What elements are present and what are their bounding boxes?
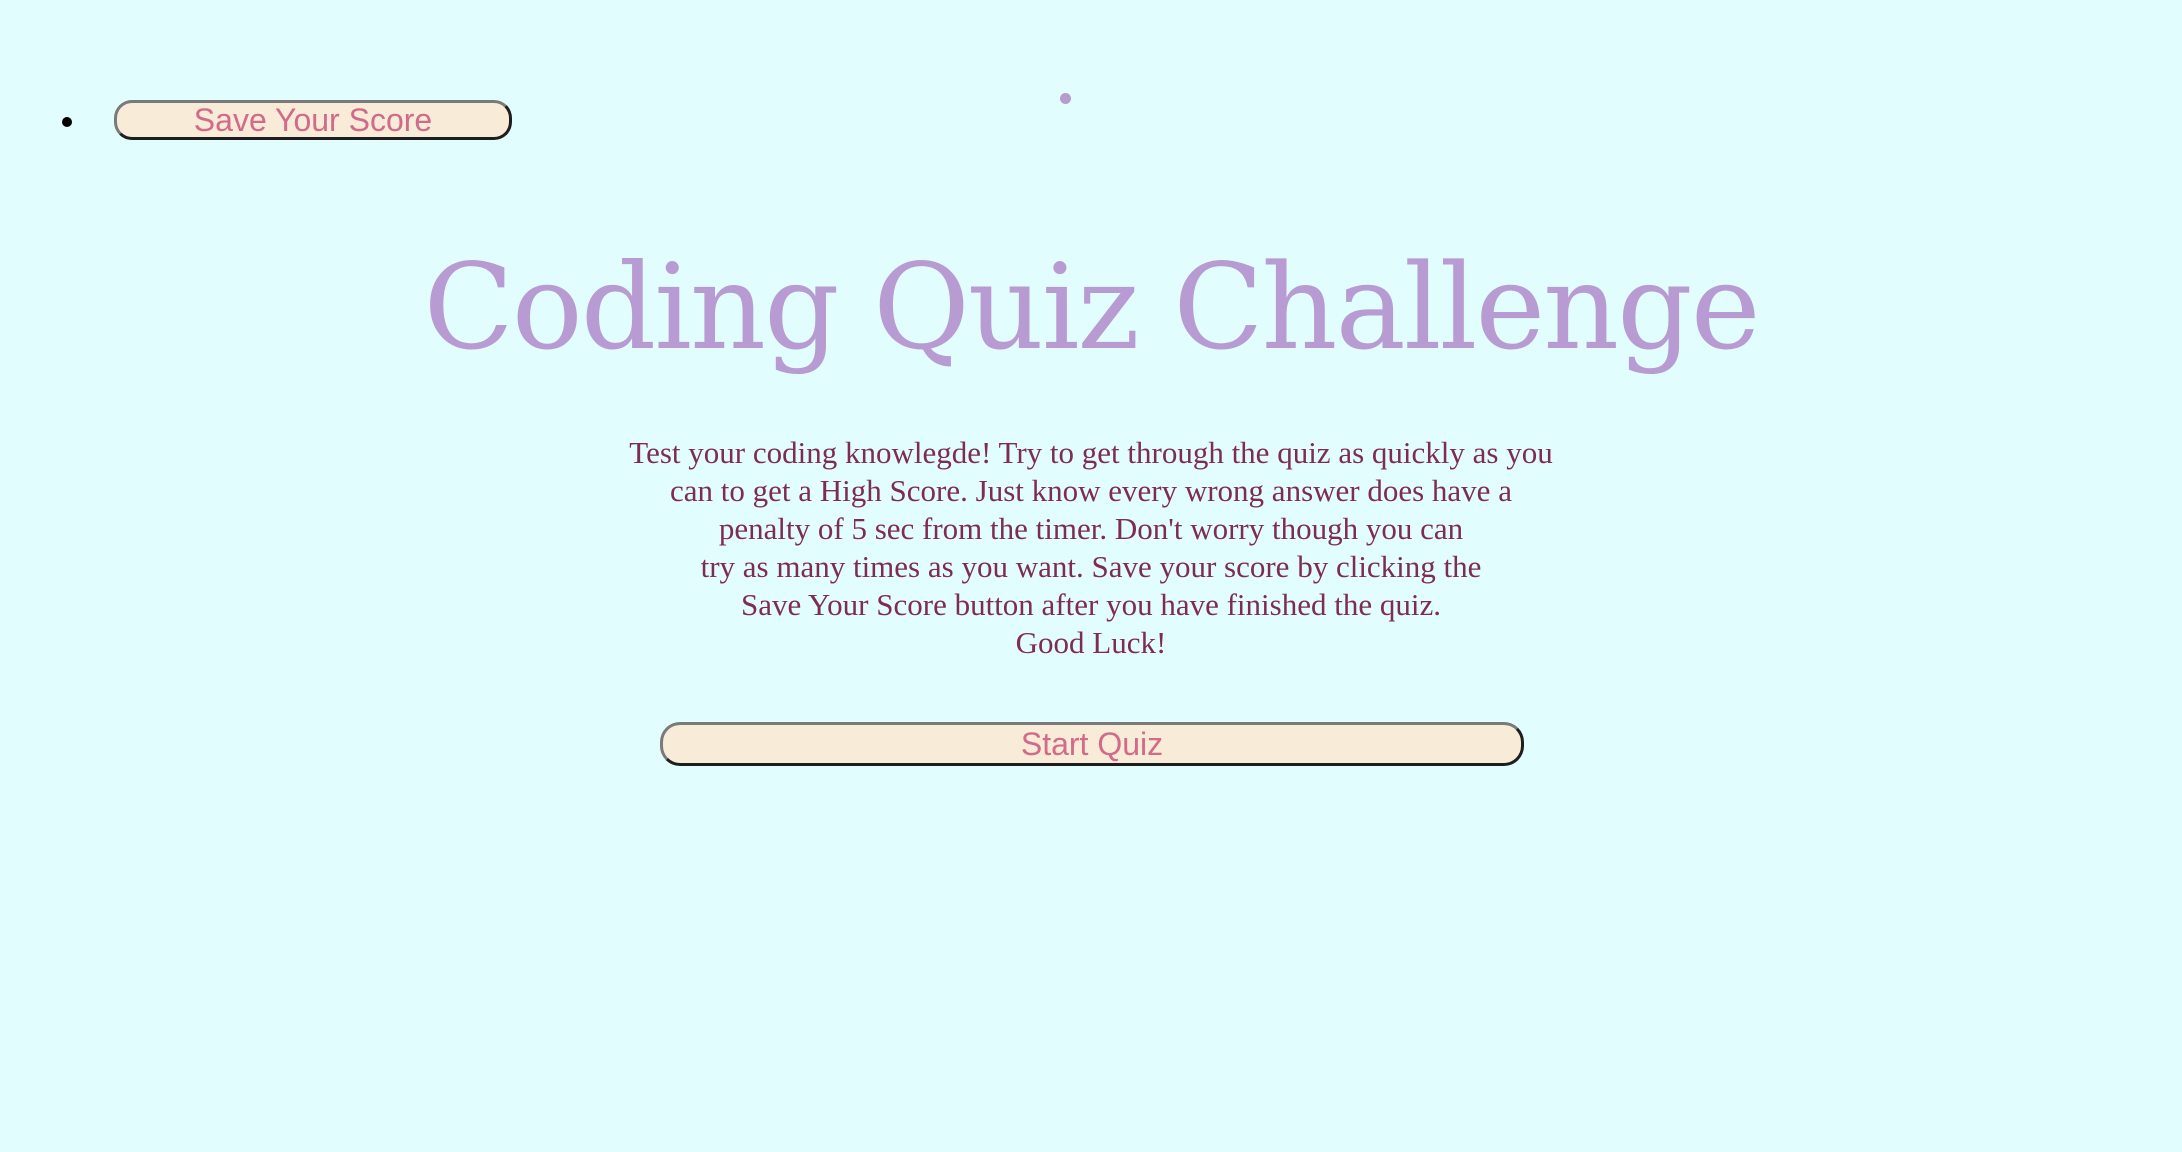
start-quiz-button[interactable]: Start Quiz: [660, 722, 1524, 766]
intro-line: Good Luck!: [1015, 625, 1167, 660]
intro-text: Test your coding knowlegde! Try to get t…: [541, 434, 1641, 662]
save-your-score-button[interactable]: Save Your Score: [114, 100, 512, 140]
intro-line: try as many times as you want. Save your…: [700, 549, 1482, 584]
list-bullet: [62, 117, 72, 127]
timer-indicator-dot: [1060, 93, 1071, 104]
page-title: Coding Quiz Challenge: [423, 238, 1760, 376]
intro-line: penalty of 5 sec from the timer. Don't w…: [718, 511, 1464, 546]
intro-line: can to get a High Score. Just know every…: [670, 473, 1512, 508]
intro-line: Save Your Score button after you have fi…: [741, 587, 1441, 622]
intro-line: Test your coding knowlegde! Try to get t…: [629, 435, 1553, 470]
